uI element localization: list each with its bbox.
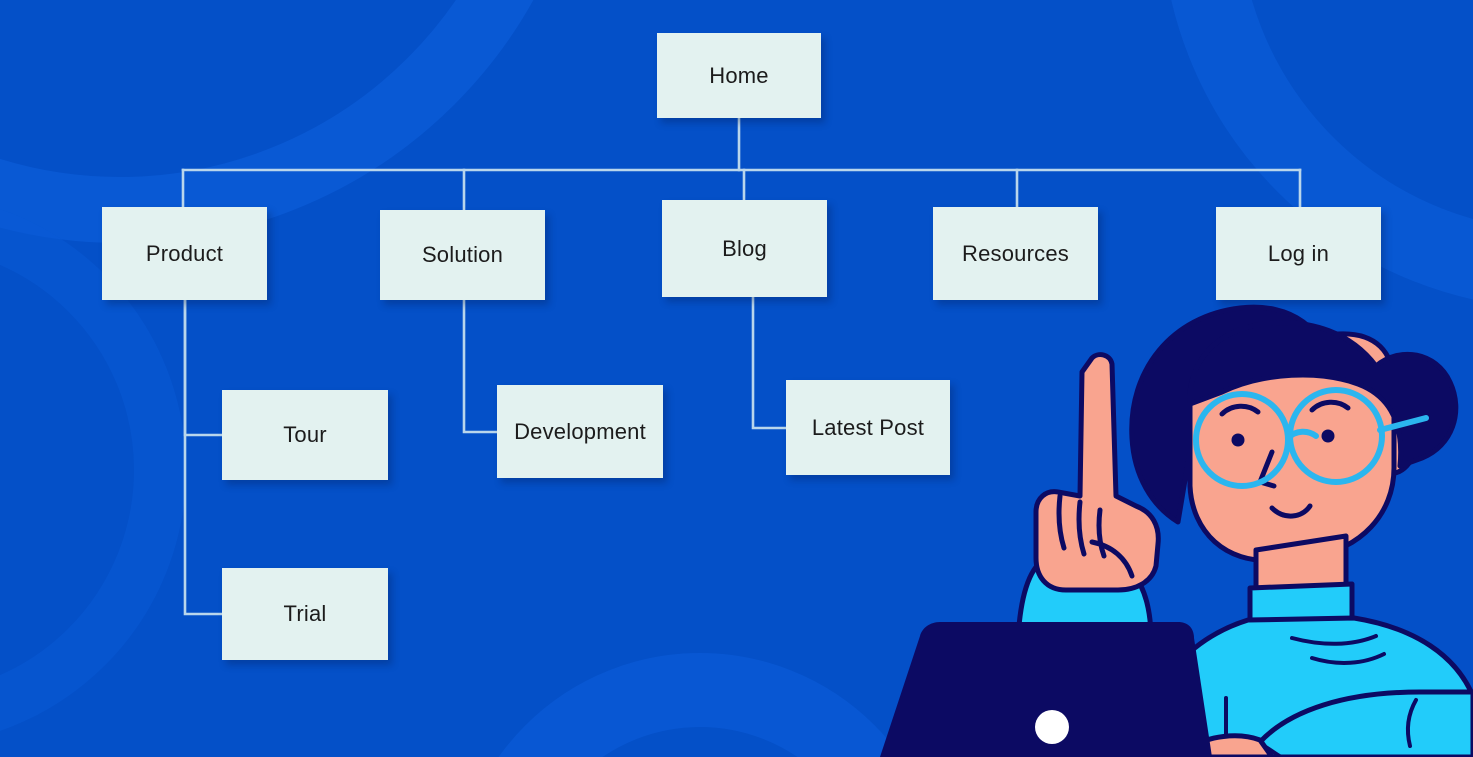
nose — [1257, 449, 1277, 489]
laptop — [880, 622, 1212, 757]
node-home[interactable]: Home — [657, 33, 821, 118]
hand-on-laptop — [1183, 733, 1275, 757]
neck — [1253, 533, 1349, 603]
sitemap-canvas: Home Product Solution Blog Resources Log… — [0, 0, 1473, 757]
hand-crease-1 — [1056, 493, 1067, 551]
node-login[interactable]: Log in — [1216, 207, 1381, 300]
hair-front — [1187, 320, 1459, 469]
laptop-logo — [1035, 710, 1069, 744]
node-resources[interactable]: Resources — [933, 207, 1098, 300]
node-label-solution: Solution — [421, 242, 504, 267]
glasses-lens-left — [1193, 391, 1291, 489]
glasses-bridge — [1285, 428, 1319, 441]
eyebrow-left — [1219, 403, 1261, 417]
hair-back — [1129, 304, 1333, 525]
pointing-hand — [1033, 352, 1161, 593]
glasses-lens-right — [1287, 387, 1385, 485]
node-label-tour: Tour — [283, 422, 327, 447]
sweater-fold-1 — [1290, 634, 1378, 646]
node-label-blog: Blog — [722, 235, 767, 261]
mouth-smile — [1269, 503, 1313, 519]
turtleneck-collar — [1247, 581, 1355, 635]
sweater-fold-2 — [1310, 652, 1386, 665]
decor-ring-bottom — [498, 653, 902, 757]
node-label-resources: Resources — [962, 240, 1069, 266]
laptop-lid — [880, 622, 1212, 757]
node-solution[interactable]: Solution — [380, 210, 545, 300]
node-tour[interactable]: Tour — [222, 390, 388, 480]
node-label-trial: Trial — [283, 601, 327, 626]
illustration-person-pointing-up-with-laptop — [880, 304, 1473, 757]
hand-on-laptop-crease — [1262, 744, 1284, 757]
edge-product-trial — [183, 298, 224, 616]
glasses-icon — [1193, 387, 1429, 489]
edge-product-tour — [183, 298, 224, 437]
node-label-home: Home — [709, 62, 769, 88]
hand-crease-2 — [1076, 499, 1087, 557]
node-trial[interactable]: Trial — [222, 568, 388, 660]
forearm-sleeve — [1257, 689, 1473, 757]
face — [1187, 331, 1397, 563]
decor-arc-top-left — [0, 0, 534, 243]
eyebrow-right — [1309, 399, 1351, 413]
node-label-login: Log in — [1267, 240, 1330, 266]
glasses-temple — [1377, 415, 1429, 433]
eye-left — [1231, 433, 1245, 447]
forearm-crease — [1406, 698, 1418, 748]
node-blog[interactable]: Blog — [662, 200, 827, 297]
node-label-product: Product — [145, 240, 224, 266]
node-product[interactable]: Product — [102, 207, 267, 300]
edge-blog-latestpost — [751, 295, 788, 430]
ear — [1377, 416, 1417, 477]
eye-right — [1321, 429, 1335, 443]
edge-solution-development — [462, 298, 499, 434]
node-label-latestpost: Latest Post — [811, 414, 925, 440]
thumb-crease — [1089, 539, 1135, 579]
sweater-body — [1127, 615, 1473, 757]
node-development[interactable]: Development — [497, 385, 663, 478]
hand-crease-3 — [1096, 507, 1107, 559]
node-label-development: Development — [514, 418, 646, 444]
node-latestpost[interactable]: Latest Post — [786, 380, 950, 475]
raised-arm-sleeve — [1012, 555, 1163, 757]
